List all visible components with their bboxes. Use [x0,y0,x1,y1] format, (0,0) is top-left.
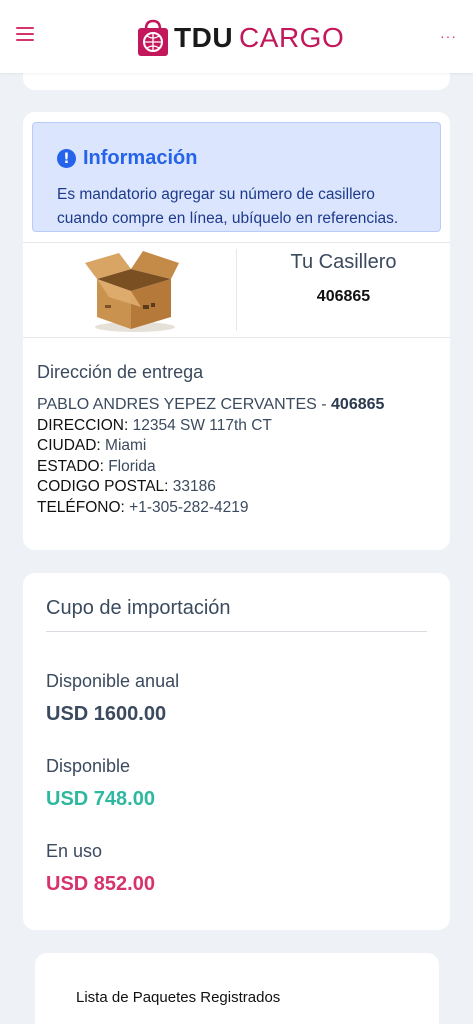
registered-packages-card[interactable]: Lista de Paquetes Registrados [35,953,439,1024]
available-value: USD 748.00 [46,788,155,810]
locker-card: ! Información Es mandatorio agregar su n… [23,112,450,550]
info-alert: ! Información Es mandatorio agregar su n… [32,122,441,232]
address-label: ESTADO: [37,458,104,475]
logo-cargo-text: CARGO [239,22,345,53]
logo: TDU CARGO [136,17,344,59]
address-value: 33186 [168,478,216,495]
address-label: CODIGO POSTAL: [37,478,169,495]
available-label: Disponible [46,756,131,776]
in-use-value: USD 852.00 [46,873,155,895]
address-value: 12354 SW 117th CT [128,417,272,434]
shopping-bag-logo-icon [138,19,168,56]
info-title-text: Información [83,147,198,169]
address-label: TELÉFONO: [37,499,125,516]
address-label: CIUDAD: [37,437,101,454]
menu-icon[interactable] [16,27,34,43]
info-alert-text: Es mandatorio agregar su número de casil… [57,186,399,227]
locker-title: Tu Casillero [290,251,397,273]
info-alert-title: ! Información [57,147,197,170]
divider [46,631,427,632]
recipient-name: PABLO ANDRES YEPEZ CERVANTES [37,396,317,413]
app-header: TDU CARGO ··· [0,0,473,73]
address-line-estado: ESTADO: Florida [37,458,156,476]
more-options-icon[interactable]: ··· [440,29,457,43]
address-value: +1-305-282-4219 [124,499,249,516]
delivery-address-heading: Dirección de entrega [37,362,204,382]
import-quota-title: Cupo de importación [46,597,231,619]
logo-tdu-text: TDU [174,22,234,53]
import-quota-card: Cupo de importación Disponible anual USD… [23,573,450,930]
recipient-name-line: PABLO ANDRES YEPEZ CERVANTES - 406865 [37,396,384,414]
registered-packages-title: Lista de Paquetes Registrados [76,989,281,1006]
address-value: Florida [103,458,156,475]
address-line-direccion: DIRECCION: 12354 SW 117th CT [37,417,272,435]
address-line-codigo-postal: CODIGO POSTAL: 33186 [37,478,216,496]
name-separator: - [316,396,332,413]
locker-number: 406865 [316,288,371,305]
in-use-label: En uso [46,841,103,861]
annual-available-value: USD 1600.00 [46,703,167,725]
recipient-locker-code: 406865 [331,396,385,413]
address-line-telefono: TELÉFONO: +1-305-282-4219 [37,499,249,517]
annual-available-label: Disponible anual [46,671,180,691]
cardboard-box-image [85,251,179,332]
locker-row: Tu Casillero 406865 [23,242,450,338]
address-line-ciudad: CIUDAD: Miami [37,437,146,455]
info-icon: ! [57,149,76,168]
address-value: Miami [100,437,147,454]
address-label: DIRECCION: [37,417,129,434]
